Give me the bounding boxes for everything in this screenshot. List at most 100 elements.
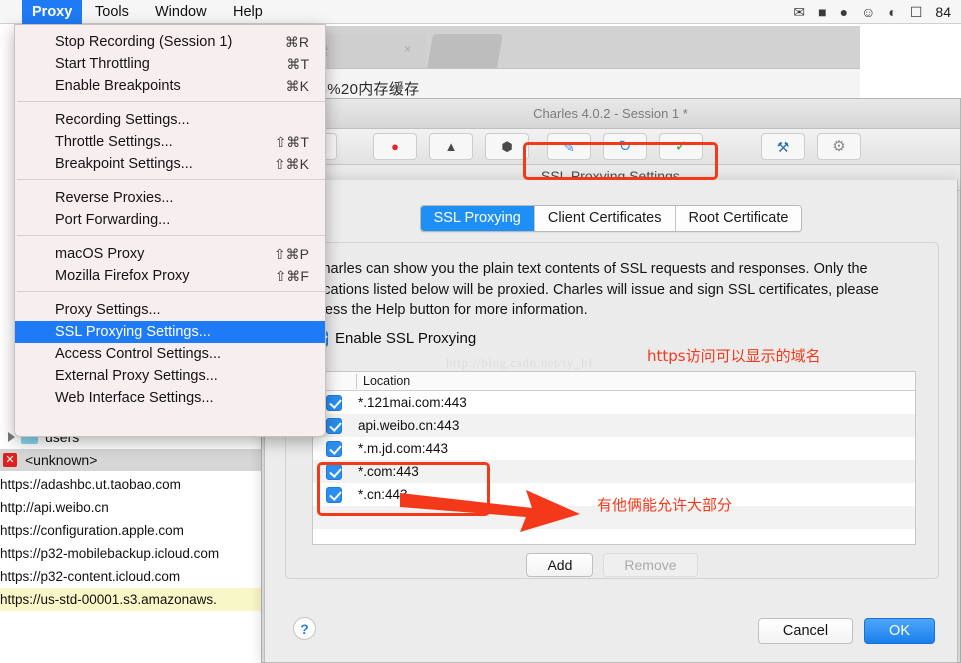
background-browser-window: 索 × 存%20内存缓存 — [300, 26, 860, 104]
record-icon[interactable]: ● — [373, 133, 417, 160]
menu-item-label: Access Control Settings... — [55, 346, 222, 362]
browser-new-tab[interactable] — [427, 34, 503, 68]
throttle-icon[interactable]: ▲ — [429, 133, 473, 160]
menu-item-shortcut: ⌘K — [285, 77, 309, 94]
menu-item-label: Breakpoint Settings... — [55, 156, 193, 172]
settings-icon[interactable]: ⚙ — [817, 133, 861, 160]
menu-item-ssl-proxying-settings[interactable]: SSL Proxying Settings... — [15, 321, 325, 343]
menu-item-shortcut: ⌘R — [284, 33, 309, 50]
menu-bar: Proxy Tools Window Help ✉ ■ ● ☺ ◐ ☐ 84 — [0, 0, 961, 24]
menu-item-label: Mozilla Firefox Proxy — [55, 268, 190, 284]
menu-item-reverse-proxies[interactable]: Reverse Proxies... — [15, 187, 325, 209]
add-remove-row: Add Remove — [286, 553, 938, 577]
menu-separator — [17, 235, 325, 236]
location-value: *.121mai.com:443 — [358, 395, 467, 410]
tab-client-certificates[interactable]: Client Certificates — [534, 206, 676, 231]
annotation-arrow-icon — [400, 490, 580, 532]
enable-ssl-proxying-label: Enable SSL Proxying — [335, 330, 477, 347]
list-item[interactable]: https://configuration.apple.com — [0, 519, 261, 542]
dialog-footer: Cancel OK — [757, 618, 935, 644]
menu-item-shortcut: ⇧⌘P — [273, 245, 309, 262]
tree-row-unknown[interactable]: ✕ <unknown> — [0, 449, 261, 471]
table-row[interactable]: *.121mai.com:443 — [313, 391, 915, 414]
menu-separator — [17, 101, 325, 102]
airplay-icon[interactable]: ☐ — [910, 5, 923, 19]
checkbox-icon[interactable] — [326, 440, 342, 457]
browser-tabstrip: 索 × — [300, 26, 860, 68]
menu-item-enable-breakpoints[interactable]: Enable Breakpoints ⌘K — [15, 75, 325, 97]
menu-item-label: Recording Settings... — [55, 112, 190, 128]
wifi-icon[interactable]: ◐ — [888, 5, 896, 19]
menu-item-label: Reverse Proxies... — [55, 190, 174, 206]
menu-item-throttle-settings[interactable]: Throttle Settings... ⇧⌘T — [15, 131, 325, 153]
annotation-text-top: https访问可以显示的域名 — [647, 347, 821, 365]
coffee-icon[interactable]: ✉ — [793, 5, 805, 19]
dialog-tabs: SSL Proxying Client Certificates Root Ce… — [265, 205, 957, 232]
menu-item-proxy-settings[interactable]: Proxy Settings... — [15, 299, 325, 321]
column-header-location: Location — [363, 374, 411, 388]
list-item[interactable]: http://api.weibo.cn — [0, 496, 261, 519]
menu-item-macos-proxy[interactable]: macOS Proxy ⇧⌘P — [15, 243, 325, 265]
annotation-box-tooltip — [523, 142, 718, 180]
menu-separator — [17, 291, 325, 292]
add-button[interactable]: Add — [526, 553, 594, 577]
ssl-proxying-settings-dialog: SSL Proxying Client Certificates Root Ce… — [264, 180, 958, 663]
menu-item-mozilla-firefox-proxy[interactable]: Mozilla Firefox Proxy ⇧⌘F — [15, 265, 325, 287]
watermark-text: http://blog.csdn.net/ty_hf — [446, 355, 594, 370]
locations-list-header: Location — [313, 372, 915, 391]
wechat-icon[interactable]: ☺ — [861, 5, 875, 19]
location-value: *.m.jd.com:443 — [358, 441, 449, 456]
menu-item-recording-settings[interactable]: Recording Settings... — [15, 109, 325, 131]
checkbox-icon[interactable] — [326, 394, 342, 411]
enable-ssl-proxying-checkbox-row[interactable]: Enable SSL Proxying — [312, 330, 476, 347]
menu-item-port-forwarding[interactable]: Port Forwarding... — [15, 209, 325, 231]
menu-item-label: Port Forwarding... — [55, 212, 171, 228]
menu-item-label: Start Throttling — [55, 56, 150, 72]
charles-titlebar: Charles 4.0.2 - Session 1 * — [261, 99, 960, 129]
cancel-button[interactable]: Cancel — [757, 618, 854, 644]
ok-button[interactable]: OK — [864, 618, 935, 644]
menubar-item-proxy[interactable]: Proxy — [22, 0, 83, 24]
tab-root-certificate[interactable]: Root Certificate — [675, 206, 802, 231]
url-text: http://api.weibo.cn — [0, 500, 109, 515]
table-row[interactable]: *.m.jd.com:443 — [313, 437, 915, 460]
menu-item-external-proxy-settings[interactable]: External Proxy Settings... — [15, 365, 325, 387]
close-icon[interactable]: × — [404, 42, 411, 56]
menu-item-start-throttling[interactable]: Start Throttling ⌘T — [15, 53, 325, 75]
menubar-status-area: ✉ ■ ● ☺ ◐ ☐ 84 — [793, 0, 951, 24]
list-item[interactable]: https://p32-mobilebackup.icloud.com — [0, 542, 261, 565]
tools-icon[interactable]: ⚒ — [761, 133, 805, 160]
menu-item-stop-recording[interactable]: Stop Recording (Session 1) ⌘R — [15, 31, 325, 53]
menubar-item-help[interactable]: Help — [223, 0, 273, 24]
header-divider — [356, 374, 357, 389]
menu-item-label: External Proxy Settings... — [55, 368, 218, 384]
url-text: https://configuration.apple.com — [0, 523, 184, 538]
menubar-item-window[interactable]: Window — [145, 0, 217, 24]
qq-icon[interactable]: ● — [840, 5, 848, 19]
menu-item-label: Throttle Settings... — [55, 134, 173, 150]
ssl-proxying-panel: Charles can show you the plain text cont… — [285, 242, 939, 579]
list-item[interactable]: https://p32-content.icloud.com — [0, 565, 261, 588]
remove-button[interactable]: Remove — [603, 553, 698, 577]
help-button[interactable]: ? — [293, 617, 316, 640]
menubar-item-tools[interactable]: Tools — [85, 0, 139, 24]
menu-item-web-interface-settings[interactable]: Web Interface Settings... — [15, 387, 325, 409]
window-title: Charles 4.0.2 - Session 1 * — [533, 106, 688, 121]
browser-url-text: 存%20内存缓存 — [312, 81, 420, 98]
clock-label[interactable]: 84 — [935, 4, 951, 20]
tab-ssl-proxying[interactable]: SSL Proxying — [420, 206, 535, 231]
menu-item-shortcut: ⇧⌘K — [273, 155, 309, 172]
list-item[interactable]: https://adashbc.ut.taobao.com — [0, 473, 261, 496]
menu-item-label: Web Interface Settings... — [55, 390, 214, 406]
app-icon[interactable]: ■ — [818, 5, 826, 19]
url-text: https://p32-content.icloud.com — [0, 569, 181, 584]
list-item[interactable]: https://us-std-00001.s3.amazonaws. — [0, 588, 261, 611]
table-row[interactable]: api.weibo.cn:443 — [313, 414, 915, 437]
menu-item-breakpoint-settings[interactable]: Breakpoint Settings... ⇧⌘K — [15, 153, 325, 175]
proxy-dropdown-menu: Stop Recording (Session 1) ⌘R Start Thro… — [14, 24, 326, 437]
menu-item-label: macOS Proxy — [55, 246, 145, 262]
checkbox-icon[interactable] — [326, 417, 342, 434]
tree-item-label: <unknown> — [25, 452, 98, 468]
menu-item-access-control-settings[interactable]: Access Control Settings... — [15, 343, 325, 365]
url-text: https://adashbc.ut.taobao.com — [0, 477, 181, 492]
